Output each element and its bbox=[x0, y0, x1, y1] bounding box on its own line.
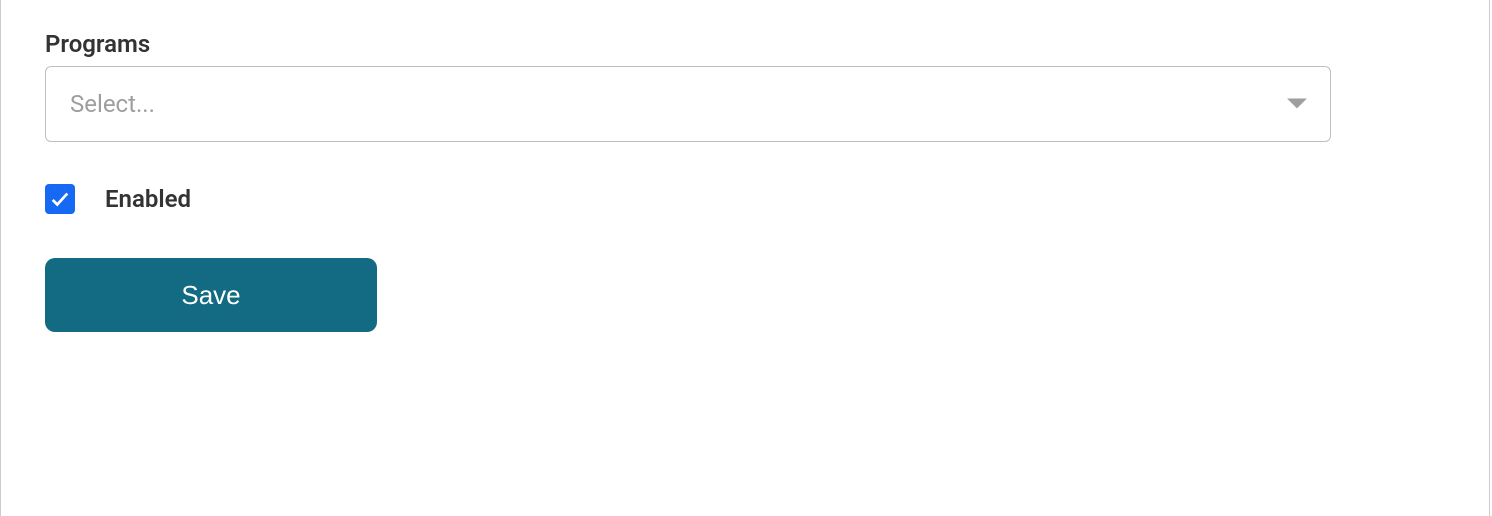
programs-placeholder: Select... bbox=[70, 90, 155, 118]
enabled-row: Enabled bbox=[45, 184, 1445, 214]
save-button[interactable]: Save bbox=[45, 258, 377, 332]
chevron-down-icon bbox=[1286, 97, 1308, 111]
enabled-label: Enabled bbox=[105, 185, 191, 213]
programs-select[interactable]: Select... bbox=[45, 66, 1331, 142]
form-panel: Programs Select... Enabled Save bbox=[0, 0, 1490, 516]
check-icon bbox=[49, 188, 71, 210]
enabled-checkbox[interactable] bbox=[45, 184, 75, 214]
programs-label: Programs bbox=[45, 30, 1445, 58]
